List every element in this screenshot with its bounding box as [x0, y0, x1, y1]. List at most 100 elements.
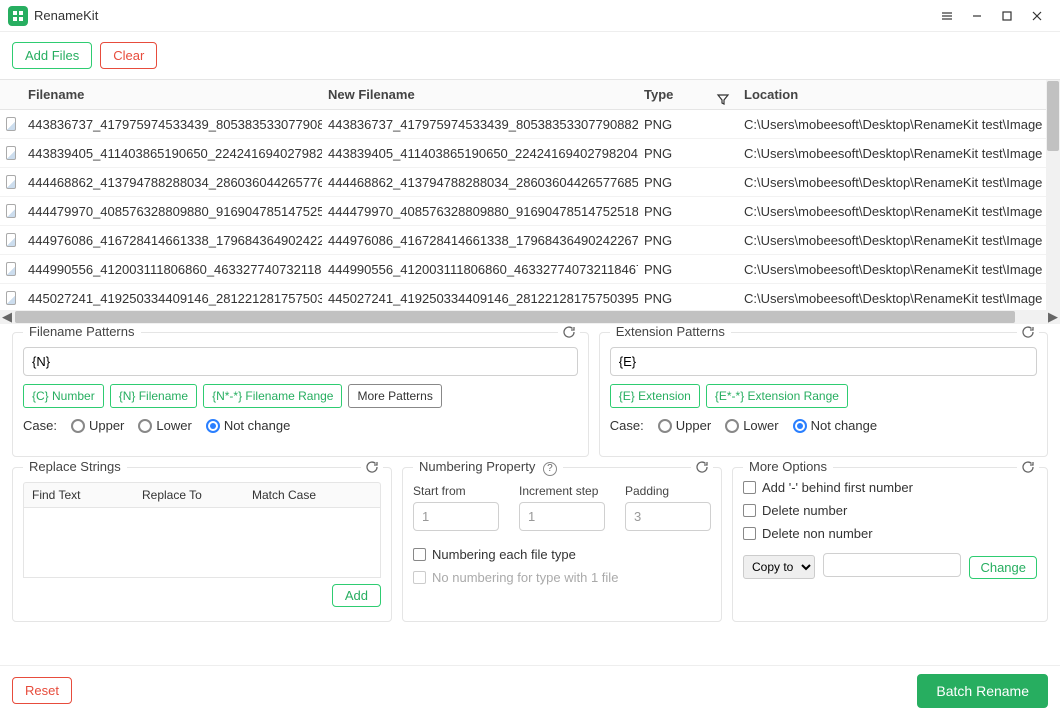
- start-from-input[interactable]: [413, 502, 499, 531]
- replace-panel-title: Replace Strings: [23, 459, 127, 474]
- cell-filename: 443836737_417975974533439_80538353307790…: [22, 110, 322, 139]
- menu-icon[interactable]: [932, 1, 962, 31]
- app-title: RenameKit: [34, 8, 98, 23]
- match-case-header: Match Case: [244, 488, 324, 502]
- close-icon[interactable]: [1022, 1, 1052, 31]
- cell-newfilename: 444990556_412003111806860_46332774073211…: [322, 255, 638, 284]
- tag-c-number[interactable]: {C} Number: [23, 384, 104, 408]
- refresh-icon[interactable]: [558, 325, 580, 342]
- toolbar: Add Files Clear: [0, 32, 1060, 79]
- tag-n-filename[interactable]: {N} Filename: [110, 384, 197, 408]
- cell-filename: 444479970_408576328809880_91690478514752…: [22, 197, 322, 226]
- filename-panel-title: Filename Patterns: [23, 324, 141, 339]
- cell-filename: 445027241_419250334409146_28122128175750…: [22, 284, 322, 310]
- copy-to-path-input[interactable]: [823, 553, 961, 577]
- batch-rename-button[interactable]: Batch Rename: [917, 674, 1048, 708]
- header-newfilename[interactable]: New Filename: [322, 80, 638, 109]
- more-panel-title: More Options: [743, 459, 833, 474]
- padding-input[interactable]: [625, 502, 711, 531]
- file-icon: [6, 175, 16, 189]
- cell-newfilename: 445027241_419250334409146_28122128175750…: [322, 284, 638, 310]
- cell-newfilename: 443836737_417975974533439_80538353307790…: [322, 110, 638, 139]
- refresh-icon[interactable]: [1017, 460, 1039, 477]
- cell-newfilename: 444976086_416728414661338_17968436490242…: [322, 226, 638, 255]
- table-row[interactable]: 443839405_411403865190650_22424169402798…: [0, 139, 1060, 168]
- cell-filename: 444990556_412003111806860_46332774073211…: [22, 255, 322, 284]
- increment-step-input[interactable]: [519, 502, 605, 531]
- table-row[interactable]: 444976086_416728414661338_17968436490242…: [0, 226, 1060, 255]
- table-row[interactable]: 444468862_413794788288034_28603604426577…: [0, 168, 1060, 197]
- help-icon[interactable]: ?: [543, 462, 557, 476]
- table-row[interactable]: 444990556_412003111806860_46332774073211…: [0, 255, 1060, 284]
- refresh-icon[interactable]: [691, 460, 713, 477]
- more-patterns-button[interactable]: More Patterns: [348, 384, 441, 408]
- cell-type: PNG: [638, 197, 738, 226]
- cell-newfilename: 443839405_411403865190650_22424169402798…: [322, 139, 638, 168]
- numbering-each-type-label: Numbering each file type: [432, 547, 576, 562]
- case-lower-radio[interactable]: Lower: [138, 418, 191, 433]
- cell-type: PNG: [638, 110, 738, 139]
- clear-button[interactable]: Clear: [100, 42, 157, 69]
- extension-panel-title: Extension Patterns: [610, 324, 731, 339]
- reset-button[interactable]: Reset: [12, 677, 72, 704]
- delete-number-checkbox[interactable]: [743, 504, 756, 517]
- table-row[interactable]: 443836737_417975974533439_80538353307790…: [0, 110, 1060, 139]
- file-icon: [6, 291, 16, 305]
- cell-location: C:\Users\mobeesoft\Desktop\RenameKit tes…: [738, 255, 1060, 284]
- cell-type: PNG: [638, 139, 738, 168]
- refresh-icon[interactable]: [1017, 325, 1039, 342]
- replace-list[interactable]: [23, 508, 381, 578]
- cell-newfilename: 444468862_413794788288034_28603604426577…: [322, 168, 638, 197]
- cell-type: PNG: [638, 226, 738, 255]
- titlebar: RenameKit: [0, 0, 1060, 32]
- cell-type: PNG: [638, 255, 738, 284]
- ext-case-label: Case:: [610, 418, 644, 433]
- ext-case-upper-radio[interactable]: Upper: [658, 418, 711, 433]
- maximize-icon[interactable]: [992, 1, 1022, 31]
- refresh-icon[interactable]: [361, 460, 383, 477]
- cell-type: PNG: [638, 168, 738, 197]
- numbering-property-panel: Numbering Property ? Start from Incremen…: [402, 467, 722, 622]
- change-button[interactable]: Change: [969, 556, 1037, 579]
- extension-pattern-input[interactable]: [610, 347, 1037, 376]
- filename-pattern-input[interactable]: [23, 347, 578, 376]
- filter-icon[interactable]: [716, 87, 730, 109]
- file-icon: [6, 146, 16, 160]
- header-location[interactable]: Location: [738, 80, 1060, 109]
- delete-number-label: Delete number: [762, 503, 847, 518]
- case-label: Case:: [23, 418, 57, 433]
- more-options-panel: More Options Add '-' behind first number…: [732, 467, 1048, 622]
- add-replace-button[interactable]: Add: [332, 584, 381, 607]
- add-files-button[interactable]: Add Files: [12, 42, 92, 69]
- cell-location: C:\Users\mobeesoft\Desktop\RenameKit tes…: [738, 139, 1060, 168]
- add-dash-label: Add '-' behind first number: [762, 480, 913, 495]
- tag-filename-range[interactable]: {N*-*} Filename Range: [203, 384, 342, 408]
- tag-extension-range[interactable]: {E*-*} Extension Range: [706, 384, 848, 408]
- minimize-icon[interactable]: [962, 1, 992, 31]
- header-filename[interactable]: Filename: [22, 80, 322, 109]
- case-notchange-radio[interactable]: Not change: [206, 418, 291, 433]
- cell-newfilename: 444479970_408576328809880_91690478514752…: [322, 197, 638, 226]
- table-row[interactable]: 445027241_419250334409146_28122128175750…: [0, 284, 1060, 310]
- copy-to-select[interactable]: Copy to: [743, 555, 815, 579]
- tag-e-extension[interactable]: {E} Extension: [610, 384, 700, 408]
- replace-to-header: Replace To: [134, 488, 244, 502]
- numbering-each-type-checkbox[interactable]: [413, 548, 426, 561]
- ext-case-notchange-radio[interactable]: Not change: [793, 418, 878, 433]
- ext-case-lower-radio[interactable]: Lower: [725, 418, 778, 433]
- padding-label: Padding: [625, 484, 711, 498]
- cell-location: C:\Users\mobeesoft\Desktop\RenameKit tes…: [738, 284, 1060, 310]
- file-table: Filename New Filename Type Location 4438…: [0, 79, 1060, 324]
- add-dash-checkbox[interactable]: [743, 481, 756, 494]
- table-row[interactable]: 444479970_408576328809880_91690478514752…: [0, 197, 1060, 226]
- cell-filename: 443839405_411403865190650_22424169402798…: [22, 139, 322, 168]
- cell-type: PNG: [638, 284, 738, 310]
- header-type-label: Type: [644, 87, 673, 102]
- horizontal-scrollbar[interactable]: ◀▶: [0, 310, 1060, 324]
- file-icon: [6, 262, 16, 276]
- vertical-scrollbar[interactable]: [1046, 80, 1060, 310]
- header-type[interactable]: Type: [638, 80, 738, 109]
- increment-step-label: Increment step: [519, 484, 605, 498]
- delete-non-number-checkbox[interactable]: [743, 527, 756, 540]
- case-upper-radio[interactable]: Upper: [71, 418, 124, 433]
